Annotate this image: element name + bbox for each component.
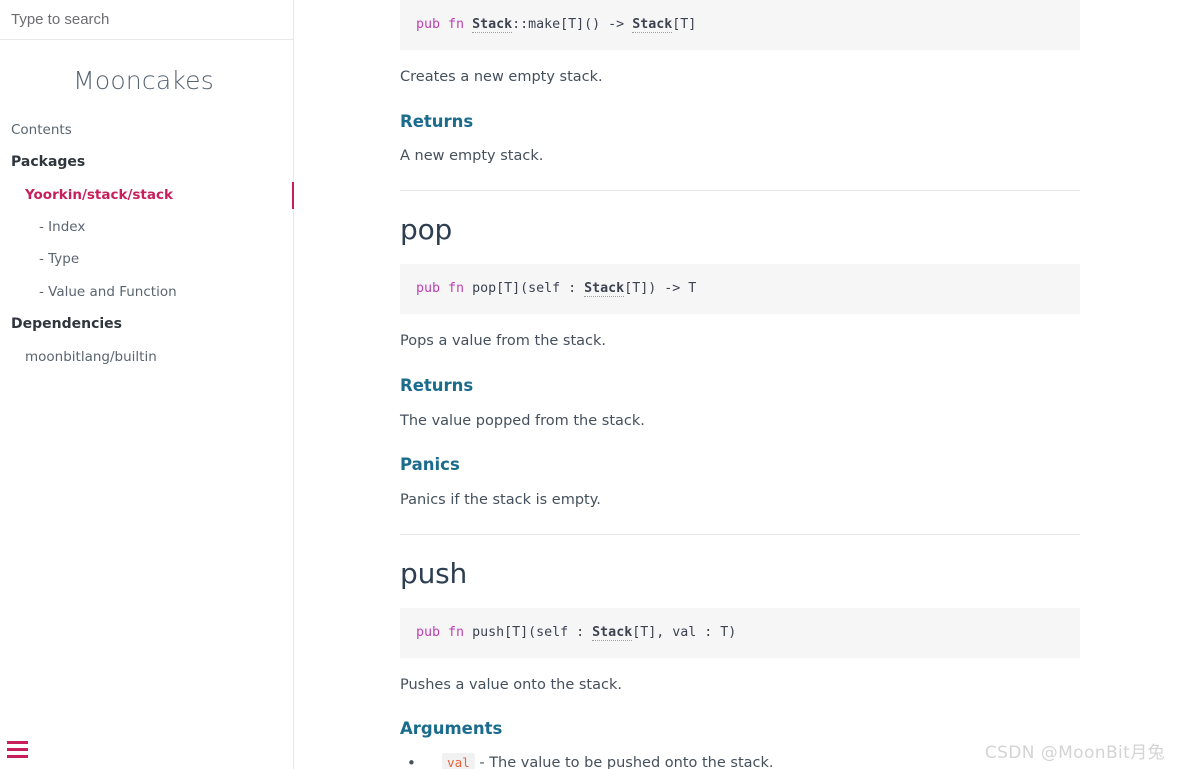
doc-section-push: push pub fn push[T](self : Stack[T], val… (400, 559, 1080, 769)
spacer (400, 590, 1080, 608)
watermark: CSDN @MoonBit月兔 (985, 738, 1165, 763)
sidebar-item-moonbitlang-builtin[interactable]: moonbitlang/builtin (0, 341, 293, 373)
code-signature-make: pub fn Stack::make[T]() -> Stack[T] (400, 0, 1080, 50)
docs-page: Mooncakes Contents Packages Yoorkin/stac… (0, 0, 1179, 769)
code-text: [T] (672, 17, 696, 32)
doc-section-make: pub fn Stack::make[T]() -> Stack[T] Crea… (400, 0, 1080, 168)
code-text: [T], val : T) (632, 625, 736, 640)
panics-text: Panics if the stack is empty. (400, 490, 1080, 512)
spacer (400, 512, 1080, 534)
arguments-list: val - The value to be pushed onto the st… (400, 753, 1080, 769)
type-link-stack[interactable]: Stack (584, 281, 624, 297)
keyword-pub: pub (416, 281, 440, 296)
spacer (400, 246, 1080, 264)
sidebar-item-contents[interactable]: Contents (0, 114, 293, 146)
description-text: Creates a new empty stack. (400, 67, 1080, 89)
sidebar: Mooncakes Contents Packages Yoorkin/stac… (0, 0, 294, 769)
keyword-fn: fn (448, 625, 464, 640)
sidebar-item-type[interactable]: - Type (0, 243, 293, 275)
spacer (400, 168, 1080, 190)
argument-description: - The value to be pushed onto the stack. (479, 755, 773, 769)
code-text: ::make[T]() -> (512, 17, 632, 32)
keyword-pub: pub (416, 17, 440, 32)
code-text: push[T](self : (472, 625, 592, 640)
keyword-pub: pub (416, 625, 440, 640)
function-title-push: push (400, 559, 1080, 590)
type-link-stack[interactable]: Stack (472, 17, 512, 33)
hamburger-menu-icon[interactable] (7, 741, 28, 758)
spacer (400, 535, 1080, 559)
sidebar-item-label: Yoorkin/stack/stack (25, 187, 173, 203)
doc-body: pub fn Stack::make[T]() -> Stack[T] Crea… (294, 0, 1179, 769)
section-heading-returns: Returns (400, 376, 1080, 396)
description-text: Pops a value from the stack. (400, 331, 1080, 353)
inline-code-val: val (442, 753, 475, 769)
section-heading-arguments: Arguments (400, 719, 1080, 739)
returns-text: The value popped from the stack. (400, 411, 1080, 433)
keyword-fn: fn (448, 17, 464, 32)
sidebar-section-packages[interactable]: Packages (0, 146, 293, 179)
search-bar[interactable] (0, 0, 293, 40)
hamburger-bar (7, 755, 28, 758)
function-title-pop: pop (400, 215, 1080, 246)
sidebar-section-dependencies[interactable]: Dependencies (0, 308, 293, 341)
type-link-stack[interactable]: Stack (632, 17, 672, 33)
hamburger-bar (7, 741, 28, 744)
sidebar-nav: Contents Packages Yoorkin/stack/stack - … (0, 97, 293, 373)
list-item: val - The value to be pushed onto the st… (400, 753, 1080, 769)
sidebar-item-yoorkin-stack-stack[interactable]: Yoorkin/stack/stack (0, 179, 293, 211)
spacer (400, 191, 1080, 215)
keyword-fn: fn (448, 281, 464, 296)
description-text: Pushes a value onto the stack. (400, 675, 1080, 697)
main-content: pub fn Stack::make[T]() -> Stack[T] Crea… (294, 0, 1179, 769)
type-link-stack[interactable]: Stack (592, 625, 632, 641)
returns-text: A new empty stack. (400, 146, 1080, 168)
search-input[interactable] (11, 11, 271, 28)
doc-section-pop: pop pub fn pop[T](self : Stack[T]) -> T … (400, 215, 1080, 512)
sidebar-item-index[interactable]: - Index (0, 211, 293, 243)
code-signature-push: pub fn push[T](self : Stack[T], val : T) (400, 608, 1080, 658)
hamburger-bar (7, 748, 28, 751)
code-signature-pop: pub fn pop[T](self : Stack[T]) -> T (400, 264, 1080, 314)
section-heading-returns: Returns (400, 112, 1080, 132)
code-text: [T]) -> T (624, 281, 696, 296)
sidebar-item-value-and-function[interactable]: - Value and Function (0, 276, 293, 308)
code-text: pop[T](self : (472, 281, 584, 296)
section-heading-panics: Panics (400, 455, 1080, 475)
brand-title: Mooncakes (0, 40, 293, 97)
